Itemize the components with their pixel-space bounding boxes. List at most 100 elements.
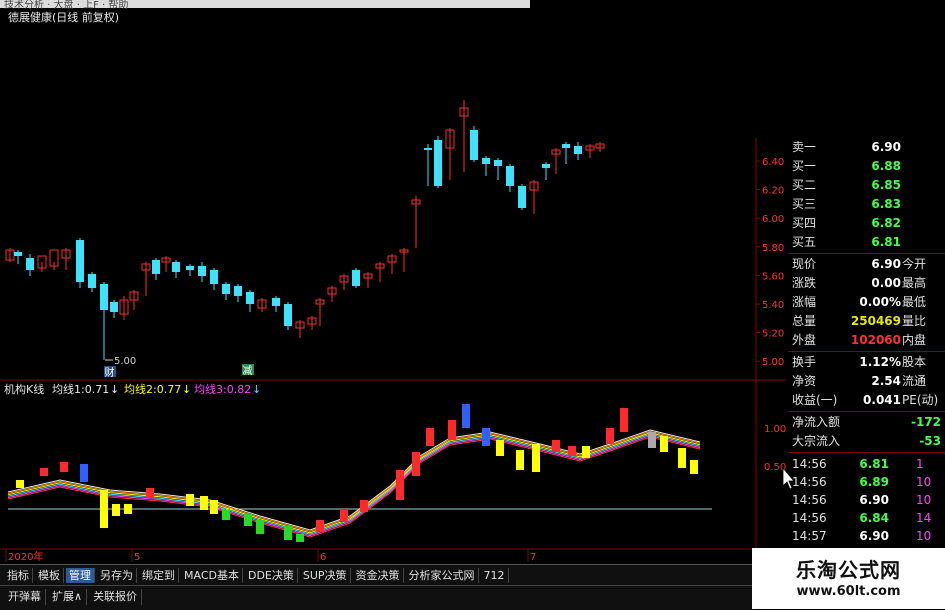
quote-stat-side-label: 量比 [902,314,927,328]
quote-level-row: 买三 6.83 [788,195,945,213]
indicator-bar [532,444,540,472]
candle-body [246,292,254,304]
status-tab[interactable]: 扩展∧ [48,589,88,605]
tick-time: 14:57 [792,529,827,543]
price-tick-label: 5.00 [762,357,784,368]
indicator-bar [40,468,48,476]
indicator-bar [660,436,668,452]
indicator-bar [100,490,108,528]
indicator-bar [582,446,590,458]
reduce-marker-label: 减 [243,365,253,377]
indicator-bar [552,440,560,452]
quote-level-label: 买四 [792,216,817,230]
ma3-label: 均线3:0.82 [194,382,251,396]
candle-body [110,302,118,312]
status-tab[interactable]: 开弹幕 [4,589,46,605]
time-axis-label: 7 [530,552,536,563]
quote-stat-label: 涨幅 [792,295,817,309]
price-tick-label: 6.00 [762,214,784,225]
candle-body [234,286,242,296]
watermark-url: www.60lt.com [796,584,901,599]
indicator-bar [316,520,324,532]
indicator-bar [396,470,404,500]
quote-stat-row: 净资 2.54 流通 [788,372,945,390]
tick-time: 14:56 [792,457,827,471]
quote-stat-row: 总量 250469 量比 [788,312,945,330]
ma1-arrow: ↓ [110,383,119,396]
candle-body [76,240,84,282]
candle-body [424,148,432,150]
tick-volume: 10 [916,475,932,489]
fund-flow-value: -172 [910,415,941,429]
indicator-bar [112,504,120,516]
formula-tab[interactable]: 指标 [4,568,33,583]
quote-level-row: 买二 6.85 [788,176,945,194]
candle-body [210,270,218,284]
candle-body [14,252,22,256]
price-tick-label: 5.20 [762,329,784,340]
tick-price: 6.89 [859,475,889,489]
candle-body [198,266,206,276]
tick-row: 14:56 6.81 1 [788,455,945,473]
formula-tab-bar: 指标 模板 管理 另存为 绑定到 MACD基本 DDE决策 SUP决策 资金决策 分析家公式网 71… [0,564,758,585]
formula-tab[interactable]: 另存为 [97,568,137,583]
quote-level-label: 买三 [792,197,817,211]
fund-flow-label: 净流入额 [792,415,841,429]
indicator-bar [496,440,504,456]
candle-body [434,140,442,186]
quote-level-price: 6.85 [871,178,901,192]
candle-body [284,304,292,326]
formula-tab[interactable]: 管理 [66,568,95,583]
quote-stat-label: 收益(一) [792,393,838,407]
formula-tab[interactable]: DDE决策 [245,568,298,583]
time-axis-label: 5 [134,552,140,563]
formula-tab[interactable]: 绑定到 [139,568,179,583]
quote-level-label: 卖一 [792,140,817,154]
indicator-title: 机构K线 [4,382,44,396]
quote-level-price: 6.90 [871,140,901,154]
quote-stat-side-label: 内盘 [902,333,927,347]
formula-tab[interactable]: MACD基本 [181,568,243,583]
quote-stat-label: 涨跌 [792,276,817,290]
quote-stat-value: 102060 [850,333,901,347]
quote-level-label: 买二 [792,178,817,192]
quote-stat-value: 0.00 [871,276,901,290]
indicator-bar [296,534,304,542]
fund-flow-value: -53 [919,434,941,448]
time-axis-label: 6 [320,552,326,563]
indicator-bar [648,432,656,448]
candle-body [542,164,550,168]
indicator-bar [244,514,252,526]
formula-tab[interactable]: 模板 [35,568,64,583]
indicator-bar [482,428,490,446]
indicator-bar [256,520,264,534]
quote-stat-side-label: 最低 [902,295,927,309]
indicator-bar [568,446,576,456]
candle-body [88,274,96,288]
tick-price: 6.90 [859,529,889,543]
ma2-arrow: ↓ [182,383,191,396]
price-tick-label: 6.20 [762,186,784,197]
quote-panel: 卖一 6.90 买一 6.88 买二 6.85 买三 6.83 买四 6.82 买五 6.81 现价 6.… [788,138,945,550]
quote-stat-side-label: PE(动) [902,393,939,407]
price-tick-label: 5.40 [762,300,784,311]
candle-body [494,160,502,166]
tick-row: 14:56 6.84 14 [788,509,945,527]
indicator-bar [340,510,348,522]
price-candles [5,100,605,360]
formula-tab[interactable]: SUP决策 [300,568,351,583]
indicator-bar [620,408,628,432]
quote-stat-row: 涨跌 0.00 最高 [788,274,945,292]
formula-tab[interactable]: 资金决策 [353,568,404,583]
candle-body [470,130,478,160]
low-marker-label: 5.00 [114,356,136,367]
formula-tab[interactable]: 分析家公式网 [406,568,479,583]
quote-level-price: 6.88 [871,159,901,173]
quote-stat-value: 1.12% [859,355,901,369]
finance-marker-label: 财 [105,366,115,379]
candle-body [574,146,582,154]
tick-row: 14:56 6.90 10 [788,491,945,509]
status-tab[interactable]: 关联报价 [89,589,143,605]
formula-tab[interactable]: 712 [481,568,509,583]
indicator-bar [516,450,524,470]
